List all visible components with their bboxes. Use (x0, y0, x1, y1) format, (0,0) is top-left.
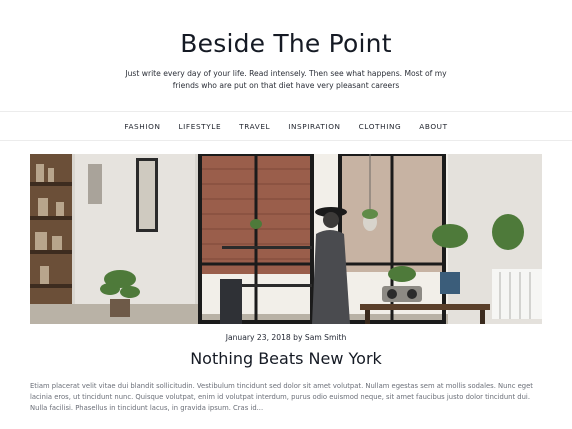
nav-item-travel[interactable]: TRAVEL (230, 122, 279, 131)
featured-image-illustration (30, 154, 542, 324)
post-excerpt: Etiam placerat velit vitae dui blandit s… (30, 382, 533, 412)
site-title[interactable]: Beside The Point (0, 29, 572, 58)
nav-item-about[interactable]: ABOUT (410, 122, 456, 131)
featured-image[interactable] (30, 154, 542, 324)
site-tagline: Just write every day of your life. Read … (125, 69, 447, 90)
site-header: Beside The Point Just write every day of… (0, 0, 572, 92)
nav-item-clothing[interactable]: CLOTHING (350, 122, 411, 131)
post-meta: January 23, 2018 by Sam Smith (225, 333, 347, 342)
nav-item-lifestyle[interactable]: LIFESTYLE (170, 122, 231, 131)
post-title[interactable]: Nothing Beats New York (0, 349, 572, 368)
main-navigation: FASHION LIFESTYLE TRAVEL INSPIRATION CLO… (0, 111, 572, 141)
nav-item-fashion[interactable]: FASHION (115, 122, 169, 131)
nav-item-inspiration[interactable]: INSPIRATION (279, 122, 349, 131)
